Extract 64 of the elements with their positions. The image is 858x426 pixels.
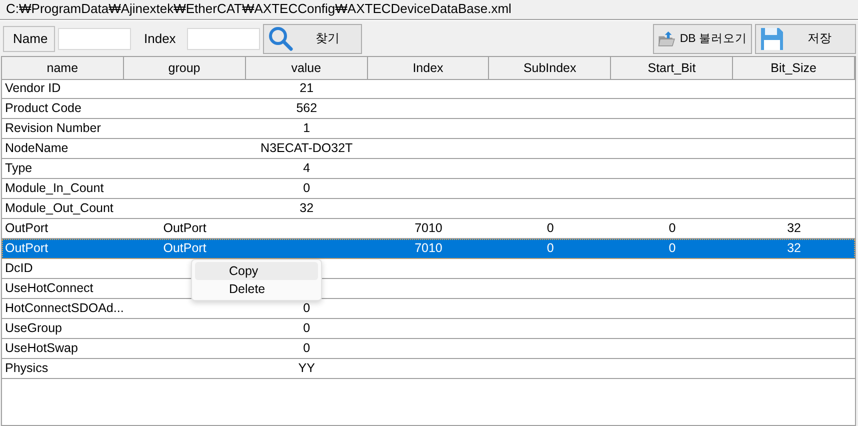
index-field[interactable] xyxy=(186,28,260,50)
table-cell: OutPort xyxy=(163,241,206,255)
table-cell: 562 xyxy=(296,101,318,115)
table-cell: NodeName xyxy=(5,141,68,155)
table-row[interactable]: Vendor ID 21 xyxy=(2,79,855,99)
save-button[interactable]: 저장 xyxy=(755,24,856,54)
table-cell: 0 xyxy=(546,241,554,255)
load-db-button[interactable]: DB 불러오기 xyxy=(653,24,752,54)
table-cell: 4 xyxy=(303,161,310,175)
menu-item[interactable]: Copy xyxy=(195,262,318,280)
table-row[interactable]: Module_Out_Count 32 xyxy=(2,199,855,219)
search-button[interactable]: 찾기 xyxy=(262,24,362,54)
table-cell: N3ECAT-DO32T xyxy=(260,141,353,155)
table-cell: 32 xyxy=(787,221,802,235)
menu-item[interactable]: Delete xyxy=(195,280,318,298)
table-cell: YY xyxy=(298,361,315,375)
table-cell: Revision Number xyxy=(5,121,101,135)
table-cell: 7010 xyxy=(414,241,442,255)
table-cell: UseHotConnect xyxy=(5,281,94,295)
table-row[interactable]: UseGroup 0 xyxy=(2,319,855,339)
table-row[interactable]: Type 4 xyxy=(2,159,855,179)
table-row[interactable]: NodeName N3ECAT-DO32T xyxy=(2,139,855,159)
table-cell: UseGroup xyxy=(5,321,62,335)
table-cell: 0 xyxy=(668,221,676,235)
table-cell: 0 xyxy=(303,341,310,355)
table-cell: 0 xyxy=(303,181,310,195)
table-cell: Module_Out_Count xyxy=(5,201,114,215)
table-cell: 32 xyxy=(787,241,802,255)
column-header[interactable]: Bit_Size xyxy=(733,57,855,80)
table-cell: HotConnectSDOAd... xyxy=(5,301,124,315)
table-row[interactable]: Physics YY xyxy=(2,359,855,379)
column-header[interactable]: Start_Bit xyxy=(611,57,734,80)
table-cell: 0 xyxy=(546,221,554,235)
table-cell: OutPort xyxy=(5,221,48,235)
table-cell: 1 xyxy=(303,121,310,135)
table-cell: DcID xyxy=(5,261,33,275)
table-cell: 21 xyxy=(300,81,314,95)
table-row[interactable]: UseHotSwap 0 xyxy=(2,339,855,359)
table-cell: Product Code xyxy=(5,101,82,115)
table-cell: 0 xyxy=(303,301,310,315)
table-row[interactable]: Product Code 562 xyxy=(2,99,855,119)
table-cell: Physics xyxy=(5,361,48,375)
table-cell: OutPort xyxy=(163,221,206,235)
table-row[interactable]: Revision Number 1 xyxy=(2,119,855,139)
table-cell: OutPort xyxy=(5,241,48,255)
index-label: Index xyxy=(143,30,177,48)
name-label: Name xyxy=(3,26,55,52)
table-cell: Module_In_Count xyxy=(5,181,104,195)
name-field[interactable] xyxy=(58,28,131,50)
table-cell: Type xyxy=(5,161,32,175)
table-cell: UseHotSwap xyxy=(5,341,78,355)
column-header[interactable]: value xyxy=(246,57,368,80)
column-header[interactable]: Index xyxy=(368,57,490,80)
table-cell: 0 xyxy=(668,241,676,255)
column-header[interactable]: name xyxy=(2,57,124,80)
table-row[interactable]: Module_In_Count 0 xyxy=(2,179,855,199)
table-cell: 32 xyxy=(300,201,314,215)
table-cell: 0 xyxy=(303,321,310,335)
table-cell: Vendor ID xyxy=(5,81,61,95)
column-header[interactable]: SubIndex xyxy=(489,57,612,80)
table-cell: 7010 xyxy=(414,221,442,235)
search-icon xyxy=(268,26,294,52)
table-row[interactable]: OutPort OutPort 7010 0 0 32 xyxy=(2,239,855,259)
column-header[interactable]: group xyxy=(124,57,246,80)
